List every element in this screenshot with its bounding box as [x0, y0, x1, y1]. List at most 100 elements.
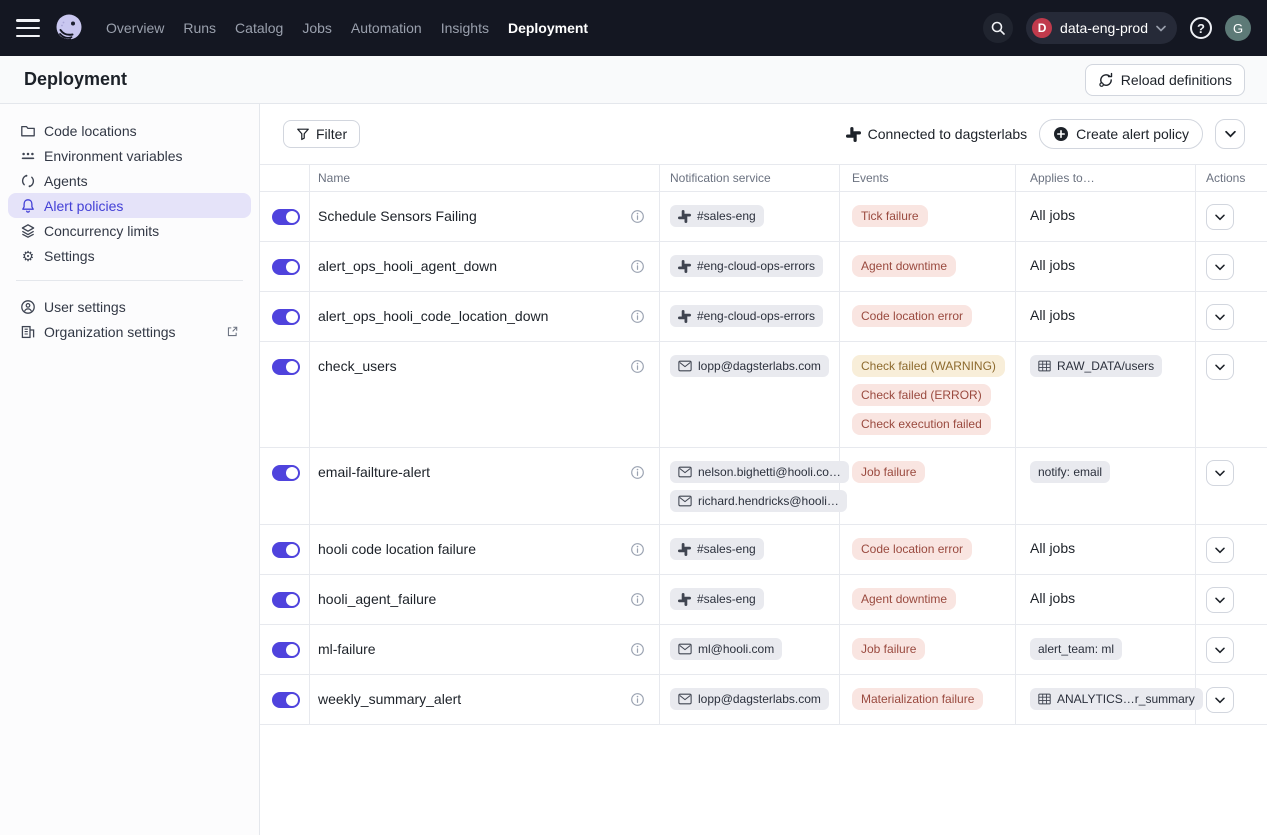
column-header: Applies to…	[1016, 165, 1196, 191]
policy-enabled-toggle[interactable]	[272, 642, 300, 658]
applies-to-cell: All jobs	[1016, 192, 1196, 241]
sidebar-item-label: Environment variables	[44, 148, 183, 164]
policy-enabled-toggle[interactable]	[272, 542, 300, 558]
user-circle-icon	[20, 299, 36, 315]
alert-policies-main: Filter Connected to dagsterlabs Create a…	[260, 104, 1267, 835]
nav-item-overview[interactable]: Overview	[106, 20, 164, 36]
sidebar-item-code-locations[interactable]: Code locations	[8, 118, 251, 143]
deployment-selector[interactable]: D data-eng-prod	[1026, 12, 1177, 44]
slack-icon	[678, 543, 691, 556]
row-actions-button[interactable]	[1206, 254, 1234, 280]
applies-to-cell: ANALYTICS…r_summary	[1016, 675, 1196, 724]
info-icon[interactable]	[630, 641, 645, 657]
filter-button[interactable]: Filter	[283, 120, 360, 148]
name-cell: email-failture-alert	[310, 448, 660, 524]
notification-pill: richard.hendricks@hooli…	[670, 490, 847, 512]
info-icon[interactable]	[630, 464, 645, 480]
table-body: Schedule Sensors Failing#sales-engTick f…	[260, 192, 1267, 725]
search-button[interactable]	[983, 13, 1013, 43]
info-icon[interactable]	[630, 308, 645, 324]
policy-enabled-toggle[interactable]	[272, 309, 300, 325]
column-header: Name	[310, 165, 660, 191]
policy-enabled-toggle[interactable]	[272, 692, 300, 708]
toggle-cell	[260, 625, 310, 674]
filter-icon	[296, 127, 310, 141]
info-icon[interactable]	[630, 358, 645, 374]
notification-label: ml@hooli.com	[698, 642, 774, 656]
actions-cell	[1196, 575, 1267, 624]
policy-enabled-toggle[interactable]	[272, 209, 300, 225]
applies-to-cell: RAW_DATA/users	[1016, 342, 1196, 447]
nav-item-runs[interactable]: Runs	[183, 20, 216, 36]
notification-pill: #eng-cloud-ops-errors	[670, 255, 823, 277]
sidebar-item-concurrency-limits[interactable]: Concurrency limits	[8, 218, 251, 243]
user-avatar[interactable]: G	[1225, 15, 1251, 41]
name-cell: hooli_agent_failure	[310, 575, 660, 624]
chevron-down-icon	[1215, 314, 1225, 321]
notification-cell: #eng-cloud-ops-errors	[660, 292, 840, 341]
info-icon[interactable]	[630, 258, 645, 274]
info-icon[interactable]	[630, 208, 645, 224]
row-actions-button[interactable]	[1206, 537, 1234, 563]
policy-name: check_users	[318, 358, 397, 375]
slack-connection-status: Connected to dagsterlabs	[846, 126, 1028, 142]
events-cell: Code location error	[840, 525, 1016, 574]
applies-to-cell: alert_team: ml	[1016, 625, 1196, 674]
reload-definitions-button[interactable]: Reload definitions	[1085, 64, 1245, 96]
help-button[interactable]: ?	[1190, 17, 1212, 39]
notification-cell: lopp@dagsterlabs.com	[660, 675, 840, 724]
nav-item-jobs[interactable]: Jobs	[302, 20, 332, 36]
chevron-down-icon	[1215, 264, 1225, 271]
table-header-row: NameNotification serviceEventsApplies to…	[260, 164, 1267, 192]
notification-cell: #sales-eng	[660, 525, 840, 574]
nav-item-automation[interactable]: Automation	[351, 20, 422, 36]
nav-item-deployment[interactable]: Deployment	[508, 20, 588, 36]
row-actions-button[interactable]	[1206, 637, 1234, 663]
column-header: Actions	[1196, 165, 1267, 191]
row-actions-button[interactable]	[1206, 460, 1234, 486]
toolbar: Filter Connected to dagsterlabs Create a…	[260, 104, 1267, 164]
row-actions-button[interactable]	[1206, 204, 1234, 230]
info-icon[interactable]	[630, 541, 645, 557]
nav-item-insights[interactable]: Insights	[441, 20, 489, 36]
sidebar-item-label: User settings	[44, 299, 126, 315]
row-actions-button[interactable]	[1206, 587, 1234, 613]
name-cell: hooli code location failure	[310, 525, 660, 574]
policy-enabled-toggle[interactable]	[272, 259, 300, 275]
more-actions-button[interactable]	[1215, 119, 1245, 149]
sidebar-item-alert-policies[interactable]: Alert policies	[8, 193, 251, 218]
events-cell: Job failure	[840, 625, 1016, 674]
nav-item-catalog[interactable]: Catalog	[235, 20, 283, 36]
policy-name: Schedule Sensors Failing	[318, 208, 477, 225]
sidebar-item-user-settings[interactable]: User settings	[8, 294, 251, 319]
deployment-sidebar: Code locations Environment variables Agent…	[0, 104, 260, 835]
info-icon[interactable]	[630, 591, 645, 607]
row-actions-button[interactable]	[1206, 354, 1234, 380]
info-icon[interactable]	[630, 691, 645, 707]
row-actions-button[interactable]	[1206, 687, 1234, 713]
policy-name: alert_ops_hooli_code_location_down	[318, 308, 548, 325]
create-alert-policy-button[interactable]: Create alert policy	[1039, 119, 1203, 149]
email-icon	[678, 643, 692, 655]
table-row: check_userslopp@dagsterlabs.comCheck fai…	[260, 342, 1267, 448]
sidebar-item-agents[interactable]: Agents	[8, 168, 251, 193]
policy-enabled-toggle[interactable]	[272, 592, 300, 608]
sidebar-item-settings[interactable]: ⚙Settings	[8, 243, 251, 268]
policy-enabled-toggle[interactable]	[272, 465, 300, 481]
dagster-logo-icon[interactable]	[54, 13, 84, 43]
events-cell: Check failed (WARNING)Check failed (ERRO…	[840, 342, 1016, 447]
notification-label: #sales-eng	[697, 209, 756, 223]
notification-pill: lopp@dagsterlabs.com	[670, 688, 829, 710]
env-dots-icon	[20, 148, 36, 164]
notification-label: #sales-eng	[697, 542, 756, 556]
sidebar-item-environment-variables[interactable]: Environment variables	[8, 143, 251, 168]
row-actions-button[interactable]	[1206, 304, 1234, 330]
email-icon	[678, 693, 692, 705]
applies-to-label: alert_team: ml	[1038, 642, 1114, 656]
hamburger-menu-icon[interactable]	[16, 19, 40, 37]
sidebar-item-organization-settings[interactable]: Organization settings	[8, 319, 251, 344]
applies-to-label: All jobs	[1030, 207, 1075, 223]
slack-icon	[678, 210, 691, 223]
policy-enabled-toggle[interactable]	[272, 359, 300, 375]
actions-cell	[1196, 675, 1267, 724]
